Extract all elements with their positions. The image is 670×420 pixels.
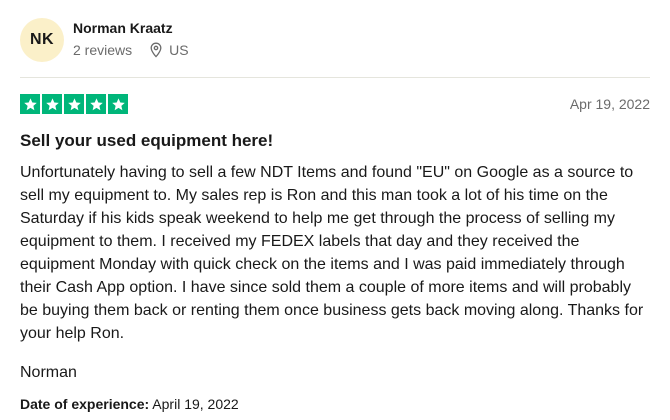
review-body: Unfortunately having to sell a few NDT I… <box>20 164 644 342</box>
avatar[interactable]: NK <box>20 18 64 62</box>
experience-label: Date of experience: <box>20 396 150 412</box>
reviewer-meta: 2 reviews US <box>73 42 189 58</box>
divider <box>20 77 650 78</box>
reviewer-country: US <box>169 42 189 58</box>
star-icon <box>42 94 62 114</box>
reviews-count: 2 reviews <box>73 42 133 58</box>
review-signature: Norman <box>20 364 77 381</box>
star-rating <box>20 94 128 114</box>
experience-date: April 19, 2022 <box>152 396 239 412</box>
star-icon <box>108 94 128 114</box>
star-icon <box>20 94 40 114</box>
reviewer-header: NK Norman Kraatz 2 reviews US <box>20 16 650 62</box>
star-icon <box>64 94 84 114</box>
date-of-experience: Date of experience: April 19, 2022 <box>20 396 239 412</box>
reviewer-name[interactable]: Norman Kraatz <box>73 20 173 36</box>
review-date: Apr 19, 2022 <box>569 96 650 112</box>
star-icon <box>86 94 106 114</box>
review-title[interactable]: Sell your used equipment here! <box>20 131 273 151</box>
location-pin-icon <box>149 42 163 58</box>
